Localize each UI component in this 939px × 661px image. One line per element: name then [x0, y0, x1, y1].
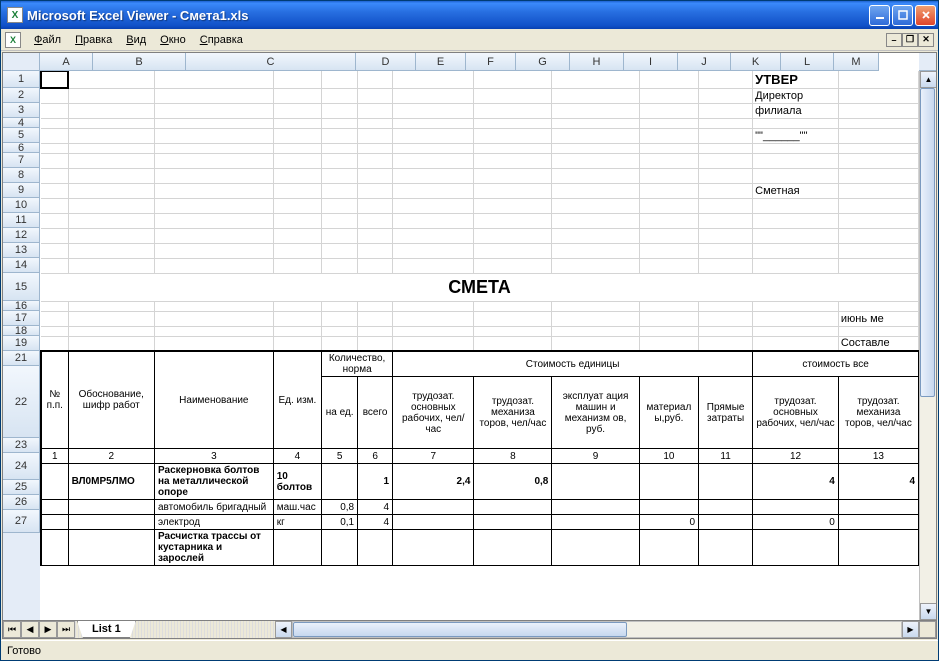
row-header-6[interactable]: 6 — [3, 143, 40, 153]
row-header-11[interactable]: 11 — [3, 213, 40, 228]
horizontal-scrollbar[interactable]: ◀ ▶ — [275, 621, 919, 638]
menu-file[interactable]: Файл — [27, 32, 68, 48]
row-header-4[interactable]: 4 — [3, 118, 40, 128]
row-header-25[interactable]: 25 — [3, 480, 40, 495]
cell-grid[interactable]: УТВЕРДиректорфилиала""______""СметнаяСМЕ… — [40, 71, 919, 620]
vertical-scrollbar[interactable]: ▲ ▼ — [919, 71, 936, 620]
row-header-9[interactable]: 9 — [3, 183, 40, 198]
row-header-24[interactable]: 24 — [3, 453, 40, 480]
menu-window[interactable]: Окно — [153, 32, 193, 48]
row-header-10[interactable]: 10 — [3, 198, 40, 213]
column-header-L[interactable]: L — [781, 53, 834, 71]
scroll-left-button[interactable]: ◀ — [275, 621, 292, 638]
status-bar: Готово — [1, 640, 938, 660]
row-header-16[interactable]: 16 — [3, 301, 40, 311]
column-header-E[interactable]: E — [416, 53, 466, 71]
row-header-18[interactable]: 18 — [3, 326, 40, 336]
sheet-tab[interactable]: List 1 — [77, 621, 136, 638]
column-header-G[interactable]: G — [516, 53, 570, 71]
mdi-close-button[interactable]: ✕ — [918, 33, 934, 47]
row-header-13[interactable]: 13 — [3, 243, 40, 258]
menu-view[interactable]: Вид — [119, 32, 153, 48]
select-all-corner[interactable] — [3, 53, 40, 71]
v-scroll-track[interactable] — [920, 88, 936, 603]
window-title: Microsoft Excel Viewer - Смета1.xls — [27, 8, 869, 23]
row-header-19[interactable]: 19 — [3, 336, 40, 351]
column-header-K[interactable]: K — [731, 53, 781, 71]
row-headers: 1234567891011121314151617181921222324252… — [3, 71, 40, 620]
row-header-14[interactable]: 14 — [3, 258, 40, 273]
mdi-controls: – ❐ ✕ — [886, 33, 934, 47]
row-header-23[interactable]: 23 — [3, 438, 40, 453]
menu-bar: X Файл Правка Вид Окно Справка – ❐ ✕ — [1, 29, 938, 51]
tab-prev-button[interactable]: ◀ — [21, 621, 39, 638]
row-header-2[interactable]: 2 — [3, 88, 40, 103]
row-header-27[interactable]: 27 — [3, 510, 40, 533]
column-header-C[interactable]: C — [186, 53, 356, 71]
workspace: ABCDEFGHIJKLM 12345678910111213141516171… — [2, 52, 937, 639]
title-bar: X Microsoft Excel Viewer - Смета1.xls — [1, 1, 938, 29]
tab-first-button[interactable]: ⏮ — [3, 621, 21, 638]
bottom-bar: ⏮ ◀ ▶ ⏭ List 1 ◀ ▶ — [3, 620, 936, 638]
row-header-1[interactable]: 1 — [3, 71, 40, 88]
scroll-down-button[interactable]: ▼ — [920, 603, 936, 620]
close-button[interactable] — [915, 5, 936, 26]
tab-last-button[interactable]: ⏭ — [57, 621, 75, 638]
document-icon: X — [5, 32, 21, 48]
column-header-A[interactable]: A — [40, 53, 93, 71]
row-header-21[interactable]: 21 — [3, 351, 40, 366]
column-header-I[interactable]: I — [624, 53, 678, 71]
row-header-22[interactable]: 22 — [3, 366, 40, 438]
row-header-8[interactable]: 8 — [3, 168, 40, 183]
column-header-J[interactable]: J — [678, 53, 731, 71]
mdi-minimize-button[interactable]: – — [886, 33, 902, 47]
column-header-H[interactable]: H — [570, 53, 624, 71]
minimize-button[interactable] — [869, 5, 890, 26]
row-header-7[interactable]: 7 — [3, 153, 40, 168]
h-scroll-thumb[interactable] — [293, 622, 627, 637]
column-header-F[interactable]: F — [466, 53, 516, 71]
h-scroll-track[interactable] — [292, 621, 902, 638]
scroll-up-button[interactable]: ▲ — [920, 71, 936, 88]
app-icon: X — [7, 7, 23, 23]
menu-help[interactable]: Справка — [193, 32, 250, 48]
row-header-15[interactable]: 15 — [3, 273, 40, 301]
v-scroll-thumb[interactable] — [920, 88, 935, 397]
row-header-26[interactable]: 26 — [3, 495, 40, 510]
mdi-restore-button[interactable]: ❐ — [902, 33, 918, 47]
column-header-M[interactable]: M — [834, 53, 879, 71]
menu-edit[interactable]: Правка — [68, 32, 119, 48]
column-header-D[interactable]: D — [356, 53, 416, 71]
column-header-B[interactable]: B — [93, 53, 186, 71]
row-header-12[interactable]: 12 — [3, 228, 40, 243]
tab-next-button[interactable]: ▶ — [39, 621, 57, 638]
scroll-right-button[interactable]: ▶ — [902, 621, 919, 638]
status-text: Готово — [7, 645, 41, 657]
maximize-button[interactable] — [892, 5, 913, 26]
